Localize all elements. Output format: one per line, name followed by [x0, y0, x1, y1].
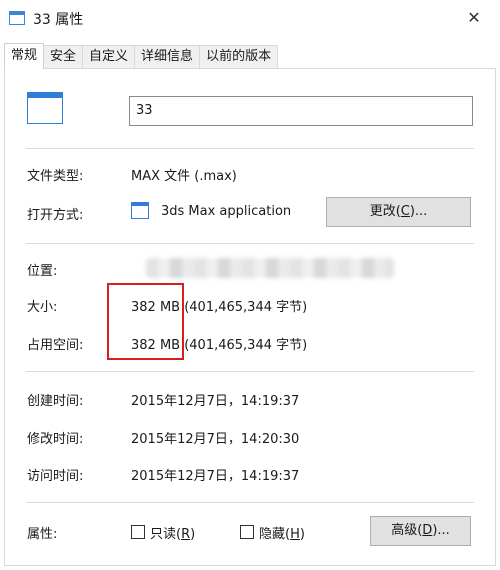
tab-strip: 常规 安全 自定义 详细信息 以前的版本	[4, 43, 279, 69]
window-title: 33 属性	[33, 12, 84, 28]
tab-details[interactable]: 详细信息	[134, 45, 201, 69]
advanced-button-label: 高级(	[391, 523, 423, 538]
change-button-accesskey: C	[400, 204, 410, 219]
accessed-label: 访问时间:	[27, 469, 84, 484]
tab-previous-versions[interactable]: 以前的版本	[199, 45, 279, 69]
advanced-button-suffix: )...	[432, 523, 450, 538]
attributes-label: 属性:	[27, 527, 58, 542]
window-icon	[9, 11, 25, 25]
separator	[26, 148, 474, 149]
location-value-redacted	[146, 258, 394, 278]
change-button-suffix: )...	[409, 204, 428, 219]
readonly-suffix: )	[190, 527, 196, 542]
change-button-label: 更改(	[369, 204, 401, 219]
file-name-input[interactable]: 33	[129, 96, 473, 126]
file-type-value: MAX 文件 (.max)	[131, 169, 237, 184]
red-highlight-box	[107, 283, 184, 360]
created-label: 创建时间:	[27, 394, 84, 409]
tab-security[interactable]: 安全	[43, 45, 84, 69]
readonly-accesskey: R	[181, 527, 191, 542]
size-label: 大小:	[27, 300, 58, 315]
change-button[interactable]: 更改(C)...	[326, 197, 471, 227]
close-button[interactable]: ✕	[454, 3, 494, 33]
file-type-icon	[27, 92, 63, 124]
readonly-checkbox[interactable]	[131, 525, 145, 539]
hidden-checkbox[interactable]	[240, 525, 254, 539]
accessed-value: 2015年12月7日，14:19:37	[131, 469, 300, 484]
modified-value: 2015年12月7日，14:20:30	[131, 432, 300, 447]
location-label: 位置:	[27, 264, 58, 279]
size-on-disk-label: 占用空间:	[27, 338, 84, 353]
hidden-accesskey: H	[290, 527, 300, 542]
file-type-label: 文件类型:	[27, 169, 84, 184]
hidden-suffix: )	[299, 527, 305, 542]
advanced-button-accesskey: D	[422, 523, 433, 538]
separator	[26, 243, 474, 244]
hidden-label[interactable]: 隐藏(H)	[259, 523, 305, 542]
tab-custom[interactable]: 自定义	[82, 45, 136, 69]
title-bar: 33 属性 ✕	[0, 0, 500, 36]
tab-general[interactable]: 常规	[4, 43, 45, 69]
readonly-label[interactable]: 只读(R)	[150, 523, 195, 542]
general-panel	[4, 68, 496, 566]
created-value: 2015年12月7日，14:19:37	[131, 394, 300, 409]
separator	[26, 371, 474, 372]
open-with-value: 3ds Max application	[161, 204, 292, 219]
application-icon	[131, 202, 149, 219]
separator	[26, 502, 474, 503]
hidden-text: 隐藏(	[259, 527, 291, 542]
readonly-text: 只读(	[150, 527, 182, 542]
open-with-label: 打开方式:	[27, 208, 84, 223]
advanced-button[interactable]: 高级(D)...	[370, 516, 471, 546]
modified-label: 修改时间:	[27, 432, 84, 447]
